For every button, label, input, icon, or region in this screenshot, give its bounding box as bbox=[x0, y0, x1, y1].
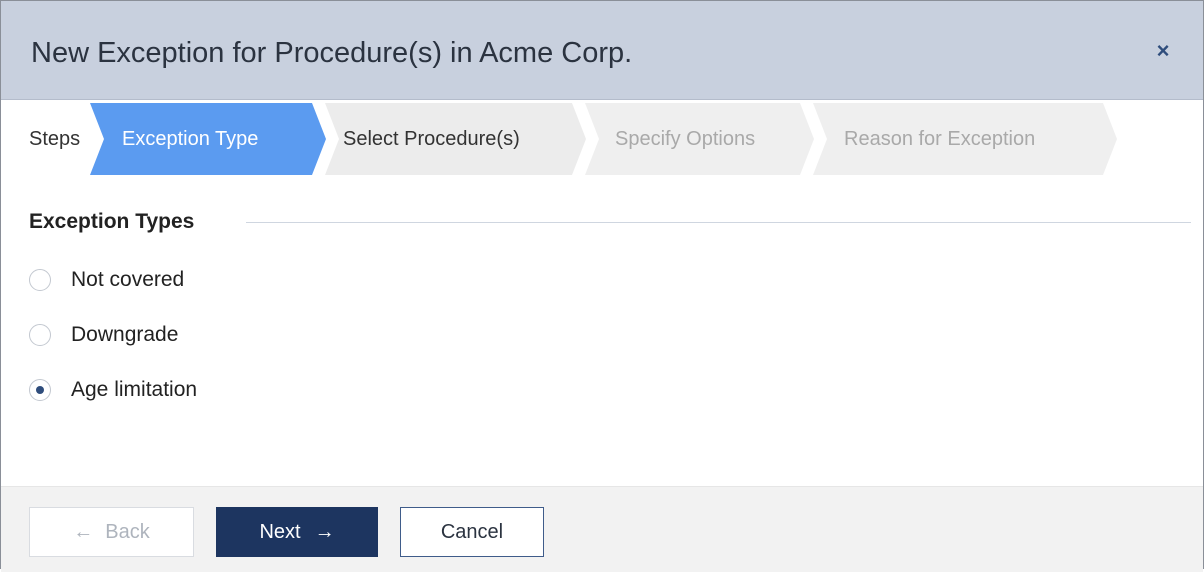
step-select-procedures[interactable]: Select Procedure(s) bbox=[325, 103, 586, 175]
steps-label: Steps bbox=[29, 128, 81, 150]
dialog-footer: ← Back Next → Cancel bbox=[1, 486, 1203, 572]
cancel-button[interactable]: Cancel bbox=[400, 507, 544, 557]
back-button: ← Back bbox=[29, 507, 194, 557]
step-label: Specify Options bbox=[615, 127, 756, 150]
exception-dialog: New Exception for Procedure(s) in Acme C… bbox=[0, 0, 1204, 572]
step-label: Exception Type bbox=[122, 127, 259, 150]
close-icon[interactable]: × bbox=[1153, 40, 1173, 62]
radio-downgrade[interactable] bbox=[29, 324, 51, 346]
option-label: Age limitation bbox=[71, 378, 198, 401]
option-label: Not covered bbox=[71, 268, 185, 291]
back-label: Back bbox=[105, 520, 150, 543]
dialog-header: New Exception for Procedure(s) in Acme C… bbox=[1, 1, 1203, 100]
section-title: Exception Types bbox=[29, 210, 195, 233]
section-divider bbox=[246, 222, 1191, 223]
option-not-covered[interactable]: Not covered bbox=[29, 268, 184, 292]
dialog-title: New Exception for Procedure(s) in Acme C… bbox=[31, 37, 633, 69]
exception-types-section: Exception Types Not covered Downgrade Ag… bbox=[1, 182, 1203, 487]
next-button[interactable]: Next → bbox=[216, 507, 378, 557]
radio-not-covered[interactable] bbox=[29, 269, 51, 291]
option-age-limitation[interactable]: Age limitation bbox=[29, 378, 197, 402]
arrow-left-icon: ← bbox=[73, 520, 94, 543]
step-exception-type[interactable]: Exception Type bbox=[90, 103, 326, 175]
wizard-steps: Steps Exception Type Select Procedure(s)… bbox=[1, 100, 1203, 182]
step-label: Select Procedure(s) bbox=[343, 127, 520, 150]
step-specify-options: Specify Options bbox=[585, 103, 814, 175]
option-downgrade[interactable]: Downgrade bbox=[29, 323, 178, 347]
step-reason-for-exception: Reason for Exception bbox=[813, 103, 1117, 175]
step-label: Reason for Exception bbox=[844, 127, 1036, 150]
option-label: Downgrade bbox=[71, 323, 179, 346]
cancel-label: Cancel bbox=[440, 520, 504, 543]
radio-age-limitation[interactable] bbox=[29, 379, 51, 401]
next-label: Next bbox=[259, 520, 301, 543]
arrow-right-icon: → bbox=[314, 520, 335, 543]
